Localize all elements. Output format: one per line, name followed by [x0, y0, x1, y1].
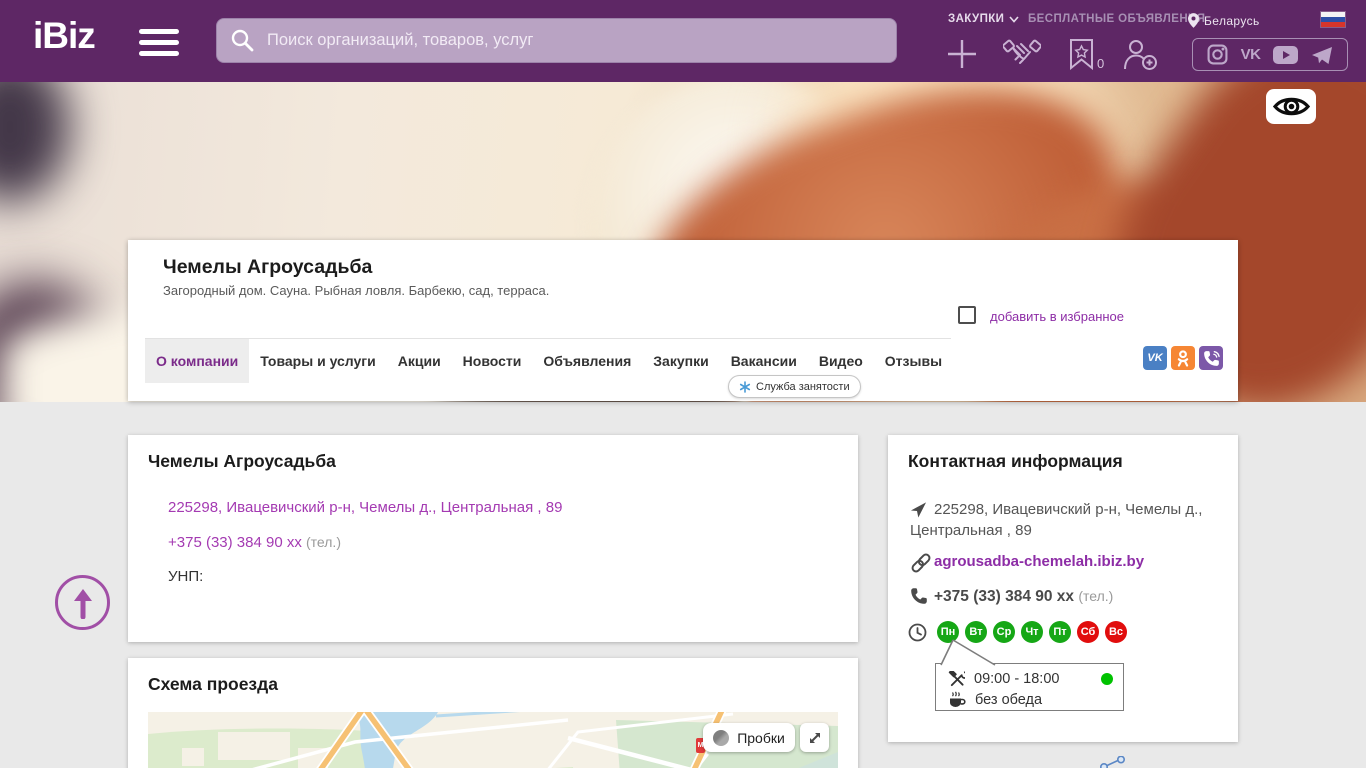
- add-user-icon[interactable]: [1122, 38, 1158, 76]
- coffee-icon: [950, 691, 966, 707]
- day-badge-sun[interactable]: Вс: [1105, 621, 1127, 643]
- employment-service-label: Служба занятости: [756, 380, 850, 393]
- nav-zakupki[interactable]: ЗАКУПКИ: [948, 13, 1019, 25]
- header-social-links: VK: [1192, 38, 1348, 71]
- contact-card: Контактная информация 225298, Ивацевичск…: [888, 435, 1238, 742]
- about-title: Чемелы Агроусадьба: [148, 451, 336, 471]
- share-widget-icon[interactable]: [1098, 755, 1128, 768]
- nav-zakupki-label: ЗАКУПКИ: [948, 13, 1005, 25]
- day-badge-thu[interactable]: Чт: [1021, 621, 1043, 643]
- company-share-row: VK: [1143, 346, 1223, 370]
- contact-address-text: 225298, Ивацевичский р-н, Чемелы д., Цен…: [910, 501, 1203, 539]
- day-badge-sat[interactable]: Сб: [1077, 621, 1099, 643]
- hours-callout-pointer: [940, 639, 996, 666]
- share-vk-icon[interactable]: VK: [1143, 346, 1167, 370]
- accessibility-eye-button[interactable]: [1266, 89, 1316, 124]
- traffic-light-icon: [713, 729, 730, 746]
- language-flag-ru[interactable]: [1320, 11, 1346, 28]
- contact-address: 225298, Ивацевичский р-н, Чемелы д., Цен…: [910, 499, 1210, 541]
- favorite-checkbox[interactable]: [958, 306, 976, 324]
- header: iBiz ЗАКУПКИ БЕСПЛАТНЫЕ ОБЪЯВЛЕНИЯ Белар…: [0, 0, 1366, 82]
- tools-icon: [948, 670, 965, 686]
- clock-icon: [908, 623, 927, 647]
- about-phone-link[interactable]: +375 (33) 384 90 xx (тел.): [168, 534, 341, 551]
- tab-news[interactable]: Новости: [452, 339, 533, 383]
- vk-icon[interactable]: VK: [1241, 46, 1261, 63]
- lunch-label: без обеда: [975, 691, 1043, 708]
- unp-label: УНП:: [168, 568, 204, 585]
- page: iBiz ЗАКУПКИ БЕСПЛАТНЫЕ ОБЪЯВЛЕНИЯ Белар…: [0, 0, 1366, 768]
- location-pin-icon: [1188, 13, 1199, 28]
- company-header-card: Чемелы Агроусадьба Загородный дом. Сауна…: [128, 240, 1238, 401]
- add-company-icon[interactable]: [945, 37, 979, 76]
- tab-purchases[interactable]: Закупки: [642, 339, 719, 383]
- share-ok-icon[interactable]: [1171, 346, 1195, 370]
- about-address-link[interactable]: 225298, Ивацевичский р-н, Чемелы д., Цен…: [168, 499, 562, 516]
- favorites-bookmark-icon[interactable]: [1069, 38, 1094, 75]
- company-name: Чемелы Агроусадьба: [163, 256, 373, 278]
- scroll-to-top-button[interactable]: [55, 575, 110, 630]
- youtube-icon[interactable]: [1273, 45, 1299, 64]
- handshake-icon[interactable]: [1002, 38, 1042, 74]
- search-bar: [216, 18, 897, 63]
- tab-reviews[interactable]: Отзывы: [874, 339, 953, 383]
- open-now-indicator: [1101, 672, 1113, 685]
- location-selector[interactable]: Беларусь: [1188, 13, 1260, 28]
- company-website-link[interactable]: agrousadba-chemelah.ibiz.by: [934, 553, 1144, 570]
- link-icon: [910, 552, 932, 579]
- search-icon: [230, 28, 255, 58]
- traffic-label: Пробки: [737, 729, 785, 746]
- tab-promos[interactable]: Акции: [387, 339, 452, 383]
- working-hours-tooltip: 09:00 - 18:00 без обеда: [935, 663, 1124, 711]
- working-hours: 09:00 - 18:00: [974, 670, 1060, 687]
- map-fullscreen-button[interactable]: [800, 723, 829, 752]
- arrow-up-icon: [73, 588, 92, 619]
- contact-phone-number: +375 (33) 384 90 xx: [934, 588, 1075, 605]
- instagram-icon[interactable]: [1207, 44, 1228, 65]
- map-canvas[interactable]: М Пробки: [148, 712, 838, 768]
- favorite-label[interactable]: добавить в избранное: [990, 309, 1124, 324]
- menu-hamburger-icon[interactable]: [139, 29, 179, 56]
- about-phone-note: (тел.): [306, 534, 341, 550]
- chevron-down-icon: [1009, 15, 1019, 23]
- eye-icon: [1272, 97, 1310, 116]
- about-card: Чемелы Агроусадьба 225298, Ивацевичский …: [128, 435, 858, 642]
- expand-icon: [809, 732, 820, 743]
- telegram-icon[interactable]: [1311, 45, 1333, 65]
- map-card: Схема проезда М Пробки: [128, 658, 858, 768]
- contact-phone-note: (тел.): [1078, 588, 1114, 604]
- favorites-count: 0: [1097, 56, 1105, 71]
- phone-icon: [910, 587, 928, 610]
- employment-service-badge[interactable]: Служба занятости: [728, 375, 861, 398]
- location-label: Беларусь: [1204, 13, 1260, 28]
- map-title: Схема проезда: [148, 674, 278, 694]
- about-phone-number[interactable]: +375 (33) 384 90 xx: [168, 534, 302, 551]
- tab-about[interactable]: О компании: [145, 339, 250, 383]
- traffic-button[interactable]: Пробки: [703, 723, 795, 752]
- share-viber-icon[interactable]: [1199, 346, 1223, 370]
- nav-free-ads[interactable]: БЕСПЛАТНЫЕ ОБЪЯВЛЕНИЯ: [1028, 13, 1205, 25]
- tab-products[interactable]: Товары и услуги: [249, 339, 386, 383]
- tab-ads[interactable]: Объявления: [532, 339, 642, 383]
- asterisk-icon: [739, 380, 751, 393]
- company-description: Загородный дом. Сауна. Рыбная ловля. Бар…: [163, 283, 550, 298]
- day-badge-fri[interactable]: Пт: [1049, 621, 1071, 643]
- search-input[interactable]: [216, 18, 897, 63]
- contact-phone: +375 (33) 384 90 xx (тел.): [934, 588, 1113, 606]
- contact-title: Контактная информация: [908, 451, 1123, 471]
- logo[interactable]: iBiz: [33, 15, 96, 57]
